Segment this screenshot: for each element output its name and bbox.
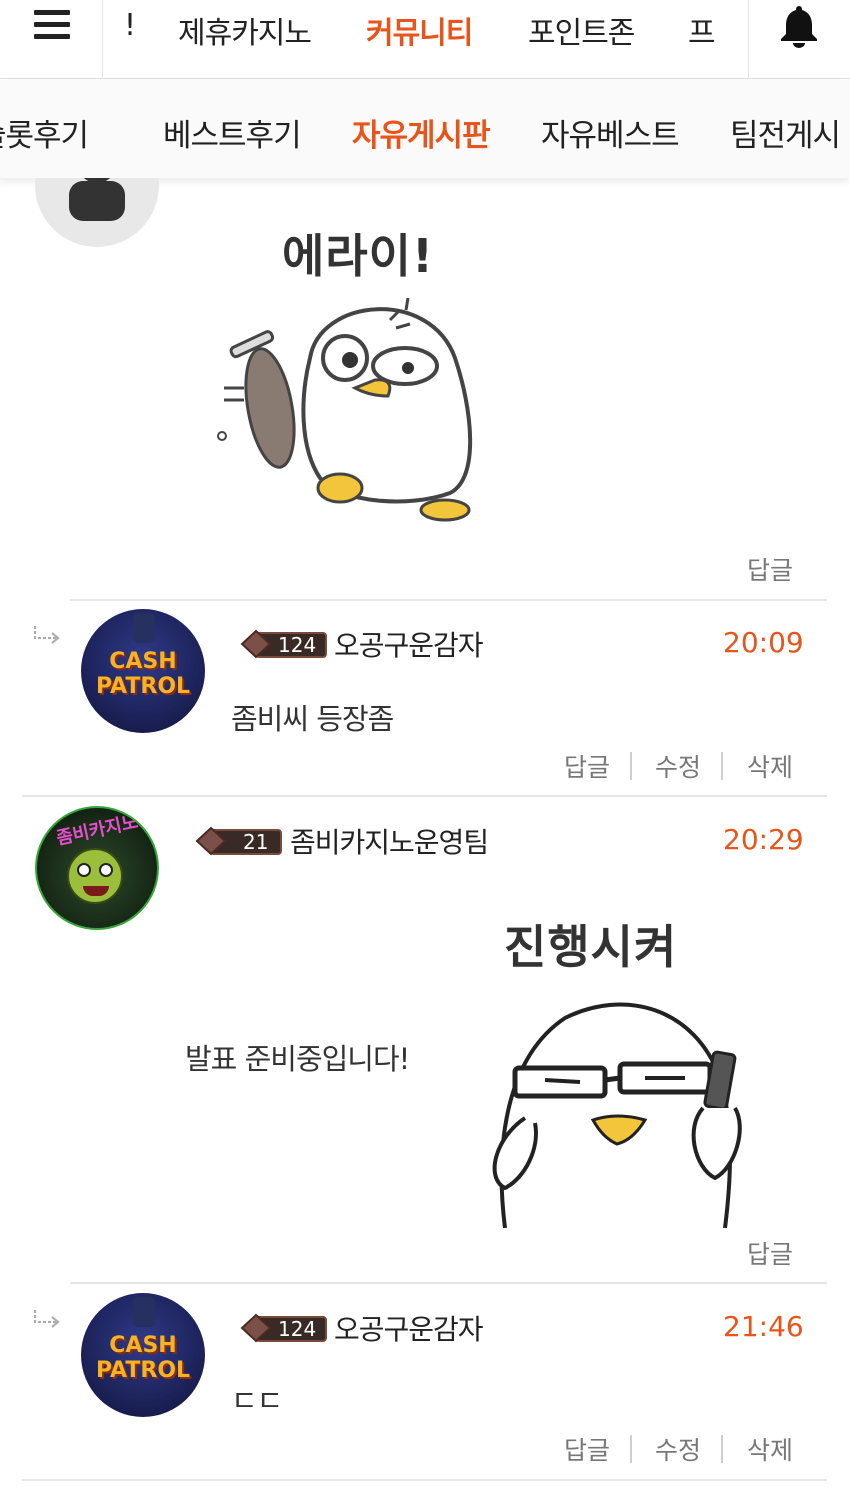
sticker-caption: 진행시켜: [504, 920, 678, 974]
top-nav-item-community[interactable]: 커뮤니티: [366, 8, 473, 52]
divider: [70, 599, 827, 601]
top-nav-item-prev[interactable]: !: [124, 8, 136, 43]
level-badge-icon: [195, 826, 282, 856]
sub-nav-item-slot-review[interactable]: 슬롯후기: [0, 110, 89, 155]
notification-button[interactable]: [748, 0, 850, 79]
avatar-text-line1: CASH: [109, 649, 177, 674]
level-number: 124: [278, 1317, 317, 1341]
divider: [22, 1479, 827, 1481]
duck-phone-sticker-image: [492, 1002, 742, 1228]
delete-button[interactable]: 삭제: [747, 1431, 793, 1467]
reply-button[interactable]: 답글: [747, 551, 793, 587]
menu-button[interactable]: [0, 0, 103, 79]
reply-button[interactable]: 답글: [564, 1431, 610, 1467]
level-badge: 124: [238, 627, 328, 661]
default-avatar[interactable]: [35, 178, 159, 247]
level-number: 124: [278, 633, 317, 657]
divider: [70, 1282, 827, 1284]
sub-nav-item-best-review[interactable]: 베스트후기: [163, 110, 302, 155]
bell-icon: [781, 6, 817, 48]
top-nav-scroller: ! 제휴카지노 커뮤니티 포인트존 프: [104, 0, 748, 79]
reply-arrow-icon: [34, 1310, 60, 1328]
sub-nav-item-free-board[interactable]: 자유게시판: [352, 110, 491, 155]
comment-text: 발표 준비중입니다!: [185, 1042, 410, 1076]
level-badge: 124: [238, 1311, 328, 1345]
nickname[interactable]: 좀비카지노운영팀: [290, 821, 489, 861]
reply-button[interactable]: 답글: [564, 748, 610, 784]
sub-nav-item-free-best[interactable]: 자유베스트: [541, 110, 680, 155]
delete-button[interactable]: 삭제: [747, 748, 793, 784]
top-nav: ! 제휴카지노 커뮤니티 포인트존 프: [0, 0, 850, 79]
divider: [22, 795, 827, 797]
user-silhouette-icon: [69, 178, 125, 221]
timestamp: 21:46: [723, 1310, 804, 1343]
nickname[interactable]: 오공구운감자: [334, 624, 484, 664]
sticker-caption: 에라이!: [282, 229, 434, 283]
top-nav-item-point-zone[interactable]: 포인트존: [528, 8, 635, 52]
edit-button[interactable]: 수정: [655, 1431, 701, 1467]
comment-text: 좀비씨 등장좀: [231, 702, 394, 736]
top-nav-item-affiliate-casino[interactable]: 제휴카지노: [178, 8, 312, 52]
comment-text: ㄷㄷ: [231, 1384, 283, 1418]
edit-button[interactable]: 수정: [655, 748, 701, 784]
duck-sticker-image: [217, 297, 473, 522]
avatar-text-line1: CASH: [109, 1333, 177, 1358]
top-nav-item-next[interactable]: 프: [688, 8, 716, 52]
sub-nav-item-team-board[interactable]: 팀전게시: [730, 110, 841, 155]
level-number: 21: [243, 830, 269, 854]
action-separator: [630, 1435, 632, 1463]
reply-button[interactable]: 답글: [747, 1235, 793, 1271]
action-separator: [721, 752, 723, 780]
avatar-text: 좀비카지노: [54, 811, 140, 850]
avatar-text-line2: PATROL: [95, 674, 191, 699]
avatar[interactable]: CASH PATROL: [81, 609, 205, 733]
action-separator: [721, 1435, 723, 1463]
comment-list: 에라이! 답글 CASH PATROL 124 오공구운감자 20:09 좀비씨…: [0, 178, 850, 1492]
level-badge: 21: [193, 824, 283, 858]
action-separator: [630, 752, 632, 780]
timestamp: 20:29: [723, 823, 804, 856]
sub-nav: 슬롯후기 베스트후기 자유게시판 자유베스트 팀전게시: [0, 80, 850, 178]
avatar[interactable]: CASH PATROL: [81, 1293, 205, 1417]
avatar-text-line2: PATROL: [95, 1358, 191, 1383]
timestamp: 20:09: [723, 626, 804, 659]
avatar[interactable]: 좀비카지노: [35, 806, 159, 930]
nickname[interactable]: 오공구운감자: [334, 1308, 484, 1348]
reply-arrow-icon: [34, 626, 60, 644]
